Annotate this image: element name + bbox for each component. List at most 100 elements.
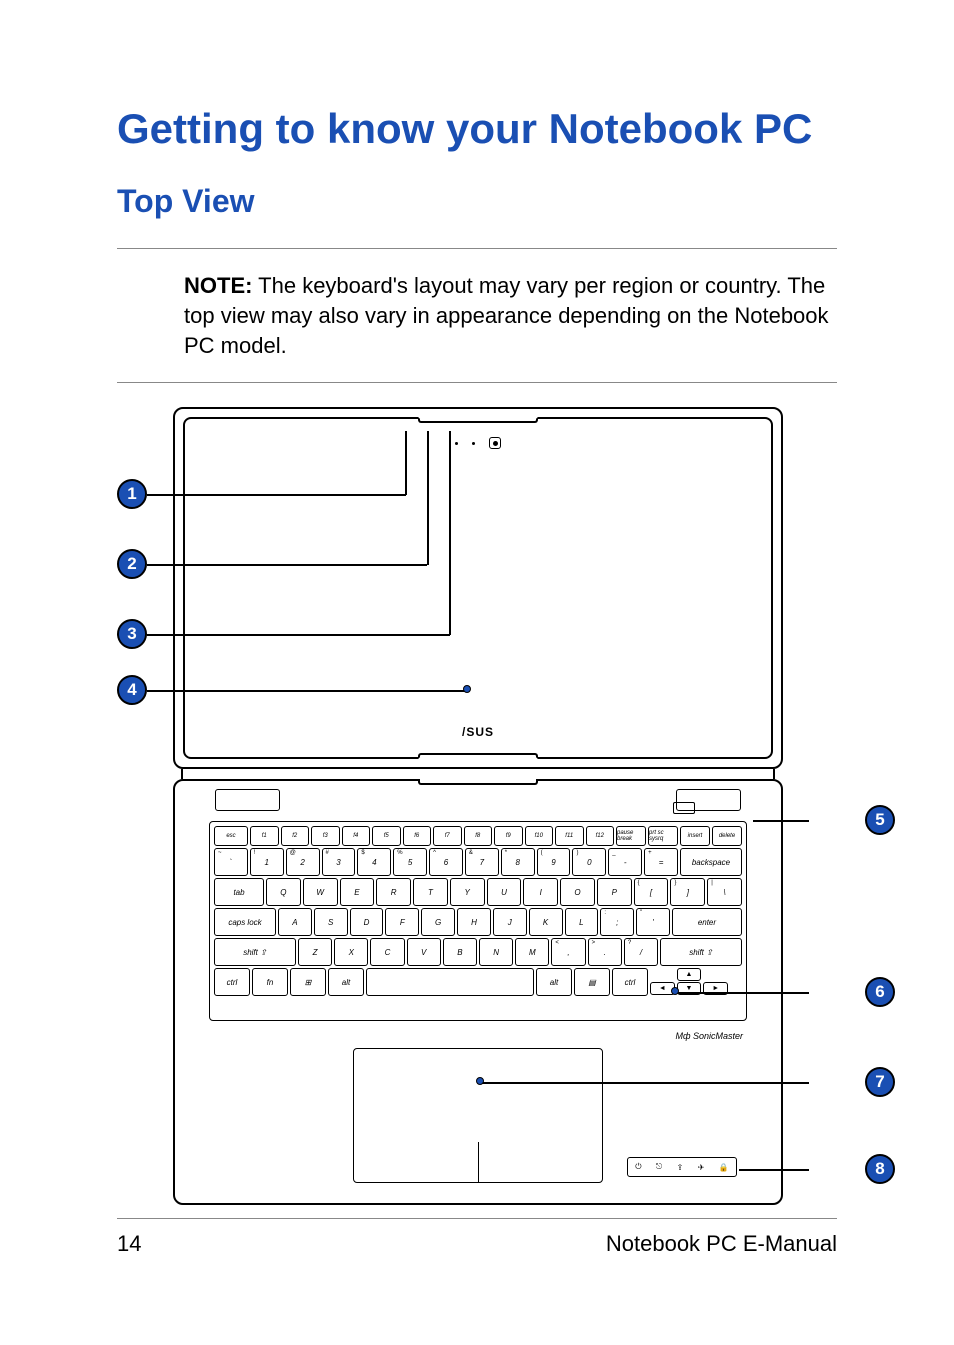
key: M xyxy=(515,938,549,966)
key: 4$ xyxy=(357,848,391,876)
key: E xyxy=(340,878,375,906)
touchpad-divider xyxy=(478,1142,479,1182)
key: f2 xyxy=(281,826,310,846)
lid-top-pad xyxy=(418,417,538,423)
key: shift ⇧ xyxy=(214,938,296,966)
key: shift ⇧ xyxy=(660,938,742,966)
footer-divider xyxy=(117,1218,837,1219)
key: 5% xyxy=(393,848,427,876)
key: L xyxy=(565,908,599,936)
key: alt xyxy=(328,968,364,996)
key: -_ xyxy=(608,848,642,876)
brand-logo: /SUS xyxy=(462,725,494,739)
key: f8 xyxy=(464,826,493,846)
key: K xyxy=(529,908,563,936)
key: ▤ xyxy=(574,968,610,996)
key: ,< xyxy=(551,938,585,966)
doc-title: Notebook PC E-Manual xyxy=(606,1231,837,1257)
keyboard-row-4: shift ⇧ZXCVBNM,<.>/?shift ⇧ xyxy=(214,938,742,966)
hinge-bar xyxy=(181,769,775,779)
key: I xyxy=(523,878,558,906)
key: caps lock xyxy=(214,908,276,936)
note-label: NOTE: xyxy=(184,273,252,298)
key: fn xyxy=(252,968,288,996)
callout-badge-1: 1 xyxy=(117,479,147,509)
status-indicator-panel: ⏻⎋⇪✈🔒 xyxy=(627,1157,737,1177)
key: f7 xyxy=(433,826,462,846)
heading-main: Getting to know your Notebook PC xyxy=(117,105,837,153)
keyboard-row-5: ctrlfn⊞altalt▤ctrl▲◄▼► xyxy=(214,968,742,996)
status-indicator-icon: ✈ xyxy=(698,1163,705,1172)
callout-line-2v xyxy=(427,431,429,565)
key: N xyxy=(479,938,513,966)
key: \| xyxy=(707,878,742,906)
key: esc xyxy=(214,826,248,846)
key: O xyxy=(560,878,595,906)
keyboard-row-2: tabQWERTYUIOP[{]}\| xyxy=(214,878,742,906)
key: T xyxy=(413,878,448,906)
key: 0) xyxy=(572,848,606,876)
key: F xyxy=(385,908,419,936)
laptop-lid-inner: /SUS xyxy=(183,417,773,759)
lid-bottom-pad xyxy=(418,753,538,759)
key: 7& xyxy=(465,848,499,876)
keyboard-row-3: caps lockASDFGHJKL;:'"enter xyxy=(214,908,742,936)
base-top-pad xyxy=(418,779,538,785)
key: f12 xyxy=(586,826,615,846)
page: Getting to know your Notebook PC Top Vie… xyxy=(0,0,954,1345)
key: D xyxy=(350,908,384,936)
key: 1! xyxy=(250,848,284,876)
callout-badge-5: 5 xyxy=(865,805,895,835)
indicator-dot-icon xyxy=(472,442,475,445)
status-indicator-icon: ⎋ xyxy=(656,1162,662,1172)
key: prt sc sysrq xyxy=(648,826,678,846)
laptop-diagram: /SUS escf1f2f3f4f5f6f7f8f9f10f11f12pause… xyxy=(117,407,837,1205)
keyboard-row-1: `~1!2@3#4$5%6^7&8*9(0)-_=+backspace xyxy=(214,848,742,876)
key: X xyxy=(334,938,368,966)
callout-line-2 xyxy=(147,564,427,566)
key: ctrl xyxy=(214,968,250,996)
page-footer: 14 Notebook PC E-Manual xyxy=(117,1218,837,1257)
callout-badge-2: 2 xyxy=(117,549,147,579)
spacebar-key xyxy=(366,968,534,996)
callout-badge-8: 8 xyxy=(865,1154,895,1184)
callout-badge-7: 7 xyxy=(865,1067,895,1097)
callout-badge-4: 4 xyxy=(117,675,147,705)
key: W xyxy=(303,878,338,906)
key: f1 xyxy=(250,826,279,846)
key: .> xyxy=(588,938,622,966)
key: 3# xyxy=(322,848,356,876)
key: 9( xyxy=(537,848,571,876)
callout-line-4 xyxy=(147,690,467,692)
key: /? xyxy=(624,938,658,966)
key: ⊞ xyxy=(290,968,326,996)
callout-line-3 xyxy=(147,634,450,636)
key: 8* xyxy=(501,848,535,876)
key: f6 xyxy=(403,826,432,846)
status-indicator-icon: ⇪ xyxy=(677,1163,684,1172)
key: f4 xyxy=(342,826,371,846)
footer-row: 14 Notebook PC E-Manual xyxy=(117,1231,837,1257)
callout-line-6 xyxy=(677,992,809,994)
hinge-left xyxy=(215,789,280,811)
key: =+ xyxy=(644,848,678,876)
callout-badge-3: 3 xyxy=(117,619,147,649)
key: f5 xyxy=(372,826,401,846)
key: C xyxy=(370,938,404,966)
key: '" xyxy=(636,908,670,936)
key: f10 xyxy=(525,826,554,846)
key: tab xyxy=(214,878,264,906)
key: f11 xyxy=(555,826,584,846)
key: B xyxy=(443,938,477,966)
callout-line-7 xyxy=(482,1082,809,1084)
power-button-icon xyxy=(673,802,695,814)
callout-line-5 xyxy=(753,820,809,822)
key: S xyxy=(314,908,348,936)
note-text: The keyboard's layout may vary per regio… xyxy=(184,273,829,357)
key: Q xyxy=(266,878,301,906)
sonicmaster-label: Mф SonicMaster xyxy=(675,1031,743,1041)
key: insert xyxy=(680,826,710,846)
key: [{ xyxy=(634,878,669,906)
key: H xyxy=(457,908,491,936)
divider-bottom xyxy=(117,382,837,383)
